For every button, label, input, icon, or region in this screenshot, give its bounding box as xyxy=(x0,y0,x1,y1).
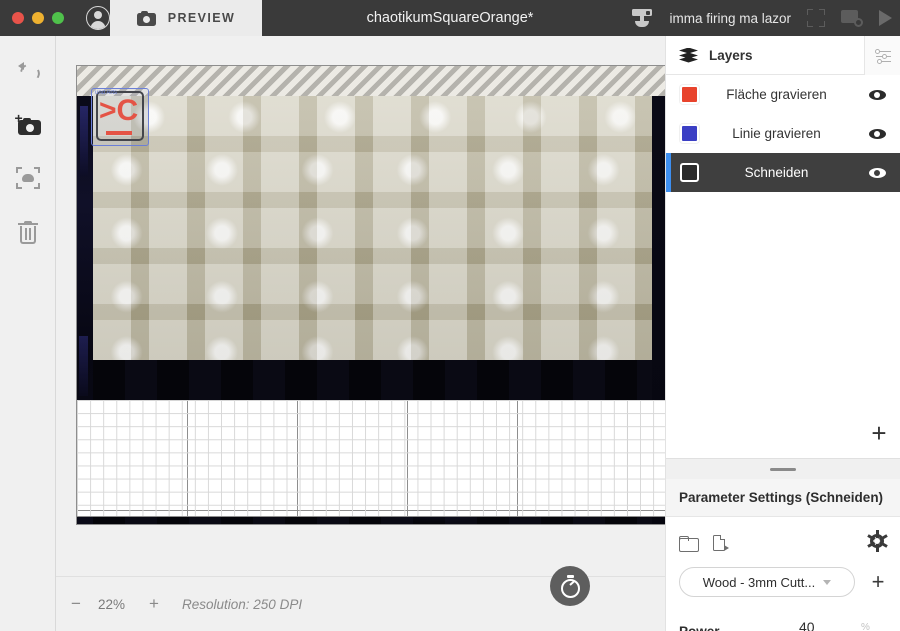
param-row-power: Power 40 % xyxy=(679,619,887,631)
titlebar-right-tools: imma firing ma lazor xyxy=(631,0,892,36)
panel-resize-handle[interactable] xyxy=(666,458,900,479)
tab-preview[interactable]: PREVIEW xyxy=(110,0,262,36)
layer-color-swatch[interactable] xyxy=(680,163,699,182)
preview-magnifier-icon[interactable] xyxy=(841,9,863,27)
zoom-out-button[interactable]: − xyxy=(68,594,84,614)
param-value-input[interactable]: 40 xyxy=(799,619,861,631)
delete-button[interactable] xyxy=(10,214,46,250)
layer-name: Linie gravieren xyxy=(732,126,821,141)
workspace-grid[interactable] xyxy=(76,400,665,517)
layer-name: Fläche gravieren xyxy=(726,87,827,102)
add-layer-button[interactable]: + xyxy=(867,420,891,446)
layer-color-swatch[interactable] xyxy=(680,124,699,143)
machine-name[interactable]: imma firing ma lazor xyxy=(669,11,791,26)
layer-row[interactable]: Linie gravieren xyxy=(666,114,900,153)
layer-row[interactable]: Fläche gravieren xyxy=(666,75,900,114)
material-preset-value: Wood - 3mm Cutt... xyxy=(702,574,816,590)
chevron-down-icon xyxy=(823,579,832,585)
maximize-button[interactable] xyxy=(52,12,64,24)
parameter-settings-header: Parameter Settings (Schneiden) xyxy=(666,479,900,517)
layers-stack-icon xyxy=(679,47,698,63)
gear-icon[interactable] xyxy=(866,530,888,552)
out-of-bounds-hatch xyxy=(77,66,665,96)
material-photo xyxy=(93,96,654,360)
selection-box[interactable]: und Arts xyxy=(91,88,149,146)
layers-title: Layers xyxy=(709,47,753,63)
zoom-level: 22% xyxy=(98,596,126,612)
titlebar: chaotikumSquareOrange* PREVIEW imma firi… xyxy=(0,0,900,36)
layer-name: Schneiden xyxy=(744,165,809,180)
layers-list: Fläche gravieren Linie gravieren Schneid… xyxy=(666,75,900,458)
param-label: Power xyxy=(679,624,799,631)
close-button[interactable] xyxy=(12,12,24,24)
left-toolbar: + xyxy=(0,36,56,631)
dashed-frame-icon[interactable] xyxy=(807,9,825,27)
resolution-label: Resolution: 250 DPI xyxy=(182,596,303,612)
layer-visibility-toggle[interactable] xyxy=(862,128,892,139)
selection-label: und Arts xyxy=(95,90,118,96)
undo-arrow-icon xyxy=(17,60,39,80)
tab-preview-label: PREVIEW xyxy=(167,11,236,25)
layers-settings-button[interactable] xyxy=(864,36,900,75)
layer-visibility-toggle[interactable] xyxy=(862,167,892,178)
right-panel: Layers Fläche gravieren Linie gravieren xyxy=(665,36,900,631)
layers-header: Layers xyxy=(666,36,900,75)
app-window: chaotikumSquareOrange* PREVIEW imma firi… xyxy=(0,0,900,631)
take-photo-button[interactable]: + xyxy=(10,106,46,142)
play-icon[interactable] xyxy=(879,10,892,26)
param-unit: % xyxy=(861,622,887,631)
stopwatch-icon xyxy=(560,574,581,598)
layer-visibility-toggle[interactable] xyxy=(862,89,892,100)
material-select-row: Wood - 3mm Cutt... + xyxy=(679,567,887,597)
layer-color-swatch[interactable] xyxy=(680,85,699,104)
estimate-time-button[interactable] xyxy=(550,566,590,606)
parameter-settings-body: Wood - 3mm Cutt... + Power 40 % xyxy=(666,517,900,631)
laser-head-icon xyxy=(631,8,653,28)
add-preset-button[interactable]: + xyxy=(869,571,887,593)
selected-accent-bar xyxy=(666,153,671,192)
drag-grip-icon xyxy=(770,467,796,471)
minimize-button[interactable] xyxy=(32,12,44,24)
canvas-area[interactable]: >C und Arts xyxy=(56,36,665,576)
layer-row[interactable]: Schneiden xyxy=(666,153,900,192)
folder-icon[interactable] xyxy=(679,536,699,552)
material-preset-select[interactable]: Wood - 3mm Cutt... xyxy=(679,567,855,597)
window-controls xyxy=(0,6,110,30)
focus-object-icon xyxy=(15,167,40,189)
camera-icon xyxy=(136,10,156,26)
user-avatar-icon[interactable] xyxy=(86,6,110,30)
zoom-in-button[interactable]: + xyxy=(146,594,162,614)
preset-toolbar xyxy=(679,530,888,555)
undo-button[interactable] xyxy=(10,52,46,88)
trash-icon xyxy=(17,220,38,244)
file-export-icon[interactable] xyxy=(713,534,729,552)
parameter-settings-title: Parameter Settings (Schneiden) xyxy=(679,490,884,505)
add-camera-icon: + xyxy=(15,111,41,135)
sliders-icon xyxy=(874,48,891,64)
detect-object-button[interactable] xyxy=(10,160,46,196)
